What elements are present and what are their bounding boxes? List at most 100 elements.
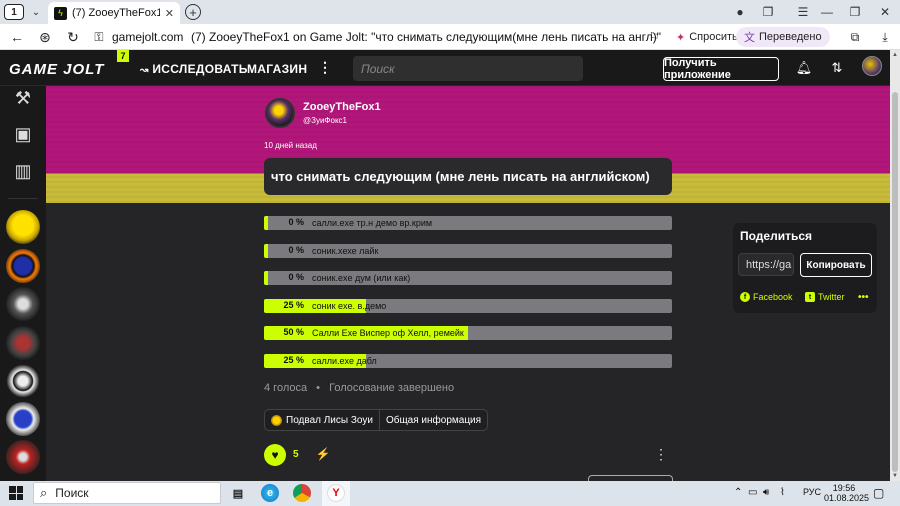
author-handle[interactable]: @ЗуиФокс1 [303,116,347,125]
poll-option-label: соник.хехе лайк [312,246,379,256]
scroll-up-icon[interactable]: ▲ [890,50,900,60]
minimize-icon[interactable]: — [818,3,836,21]
heart-icon: ♥ [271,448,279,462]
ask-icon: ✦ [676,31,686,44]
community-pill: Подвал Лисы Зоуи Общая информация [264,409,489,431]
restore-icon[interactable]: ❐ [846,3,864,21]
collections-icon[interactable]: ❐ [759,3,777,21]
tab-close-icon[interactable]: ✕ [165,7,174,20]
notification-badge: 7 [117,50,129,62]
community-avatar[interactable] [6,440,40,474]
back-arrow-icon[interactable]: ← [8,28,26,46]
windows-start-icon[interactable] [9,486,23,500]
share-title: Поделиться [740,229,813,243]
community-link[interactable]: Подвал Лисы Зоуи [265,410,379,430]
scroll-down-icon[interactable]: ▼ [890,471,900,481]
copy-button[interactable]: Копировать [800,253,872,277]
bell-icon[interactable]: 🔔︎ [795,59,813,77]
poll-option-percent: 0 % [288,245,304,255]
scroll-thumb[interactable] [892,92,898,472]
browser-tab[interactable]: ϟ (7) ZooeyTheFox1 on G ✕ [48,2,180,24]
poll-option-label: салли.exe дабл [312,356,377,366]
community-avatar[interactable] [6,402,40,436]
chat-icon[interactable]: ▣ [9,120,37,148]
battery-icon[interactable]: ▭ [748,487,757,498]
tab-menu-chevron-icon[interactable]: ⌄ [28,4,44,20]
site-lock-icon[interactable]: ⚿ [90,28,108,46]
task-view-icon[interactable]: ▤ [229,484,247,502]
chrome-icon[interactable] [293,484,311,502]
poll-option-label: соник exe. в.демо [312,301,387,311]
poll-option-fill [264,244,268,258]
nav-explore[interactable]: ↝ ИССЛЕДОВАТЬ [140,62,248,76]
like-count[interactable]: 5 [293,449,299,460]
post-time[interactable]: 10 дней назад [264,141,317,150]
url-page-title[interactable]: (7) ZooeyTheFox1 on Game Jolt: "что сним… [191,30,661,44]
library-icon[interactable]: ▥ [9,157,37,185]
share-more-button[interactable]: ••• [858,292,869,303]
poll-option: 0 % салли.exe тр.н демо вр.крим [264,216,672,230]
community-avatar[interactable] [6,326,40,360]
author-name[interactable]: ZooeyTheFox1 [303,101,381,113]
channel-link[interactable]: Общая информация [378,410,487,430]
tab-title: (7) ZooeyTheFox1 on G [72,7,160,19]
more-nav-icon[interactable]: ⋮ [318,59,332,76]
community-avatar[interactable] [6,287,40,321]
realms-icon[interactable]: ⚒ [9,84,37,112]
poll-option-percent: 0 % [288,217,304,227]
get-app-button[interactable]: Получить приложение [663,57,779,81]
download-icon[interactable]: ⤓ [876,28,894,46]
clock-time: 19:56 [832,483,856,493]
community-avatar[interactable] [6,249,40,283]
channel-name: Общая информация [385,414,482,426]
window-menu-icon[interactable]: ☰ [794,3,812,21]
tab-counter[interactable]: 1 [4,4,24,20]
ask-button[interactable]: ✦ Спросить [668,27,746,47]
facebook-share-link[interactable]: f Facebook [740,292,793,302]
search-input[interactable]: Поиск [353,56,583,81]
poll-option: 25 % соник exe. в.демо [264,299,672,313]
language-indicator[interactable]: РУС [803,487,821,497]
charge-icon[interactable]: ⚡ [316,447,331,461]
poll-option-fill [264,216,268,230]
nav-store[interactable]: МАГАЗИН [247,62,307,76]
taskbar-clock[interactable]: 19:56 01.08.2025 [824,483,869,503]
post-more-icon[interactable]: ⋮ [654,446,668,462]
translated-button[interactable]: 文 Переведено [736,27,830,47]
user-avatar[interactable] [862,56,882,76]
new-tab-button[interactable]: + [185,4,201,20]
community-avatar[interactable] [6,364,40,398]
share-url-field[interactable]: https://ga [738,253,794,276]
poll-separator: • [316,382,321,394]
like-button[interactable]: ♥ [264,444,286,466]
network-icon[interactable]: ⌇ [780,487,785,498]
close-window-icon[interactable]: ✕ [876,3,894,21]
gamejolt-logo[interactable]: GAME JOLT [9,61,104,78]
poll-status: Голосование завершено [329,382,455,394]
tray-chevron-icon[interactable]: ⌃ [734,487,742,498]
sidebar-divider [8,198,38,199]
twitter-share-link[interactable]: t Twitter [805,292,845,302]
translate-icon: 文 [744,32,755,44]
activity-icon[interactable]: ⇅ [828,59,846,77]
gamejolt-favicon-icon: ϟ [54,6,67,20]
bookmark-icon[interactable]: ⚐ [645,28,663,46]
translated-label: Переведено [759,31,822,43]
volume-icon[interactable]: 🔊︎ [763,487,769,498]
edge-icon[interactable]: e [261,484,279,502]
community-name: Подвал Лисы Зоуи [286,414,373,426]
yandex-browser-icon[interactable]: Y [327,484,345,502]
twitter-icon: t [805,292,815,302]
notifications-icon[interactable]: ▢ [873,486,884,500]
taskbar-search[interactable]: ⌕ Поиск [33,482,221,504]
profile-icon[interactable]: ● [731,3,749,21]
taskbar-search-label: Поиск [55,486,89,500]
community-avatar[interactable] [6,210,40,244]
twitter-label: Twitter [818,292,845,302]
poll-option: 0 % соник.exe дум (или как) [264,271,672,285]
yandex-shield-icon[interactable]: ⊛ [36,28,54,46]
reload-icon[interactable]: ↻ [64,28,82,46]
author-avatar[interactable] [265,98,295,128]
tabs-overview-icon[interactable]: ⧉ [846,28,864,46]
url-host[interactable]: gamejolt.com [112,30,183,44]
